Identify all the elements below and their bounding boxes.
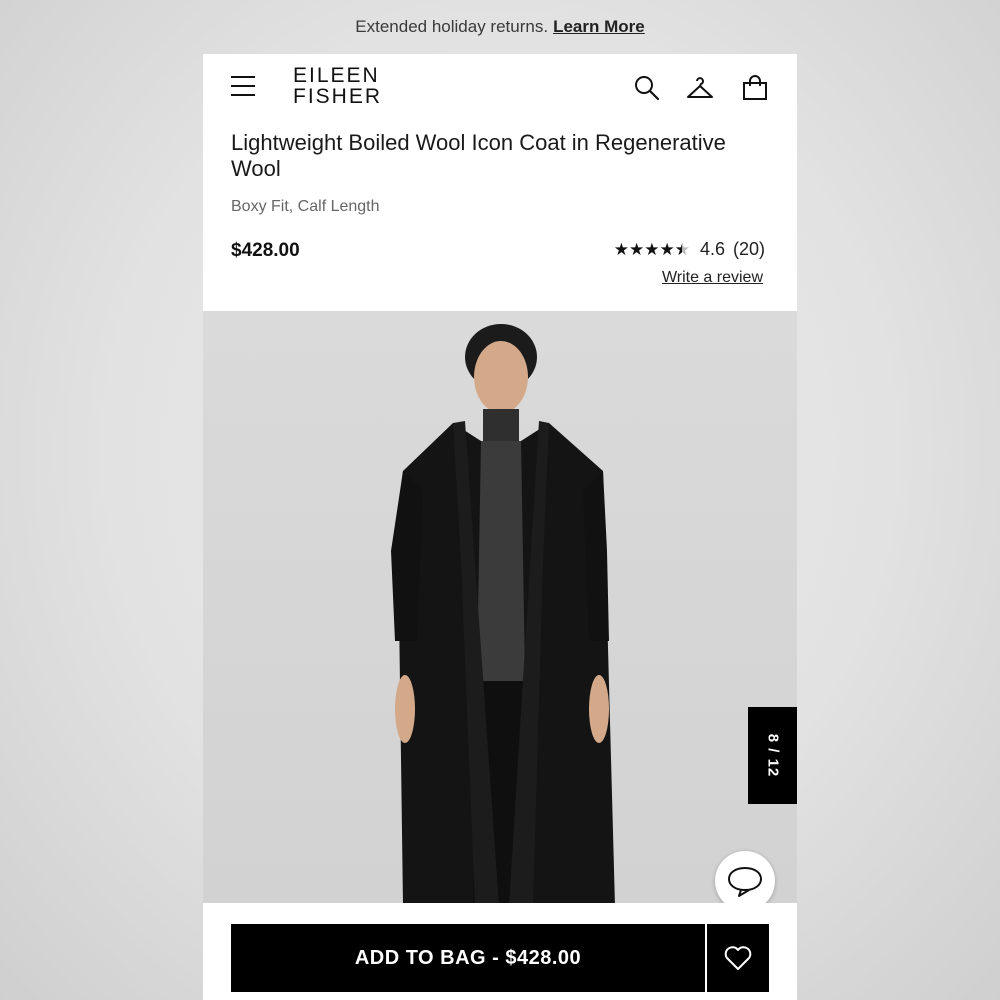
promo-text: Extended holiday returns. (355, 17, 549, 36)
learn-more-link[interactable]: Learn More (553, 17, 645, 37)
review-count: (20) (732, 239, 765, 259)
heart-icon[interactable] (707, 924, 769, 992)
product-subtitle: Boxy Fit, Calf Length (231, 198, 380, 215)
write-review-link[interactable]: Write a review (662, 269, 763, 287)
product-price: $428.00 (231, 240, 300, 261)
product-title: Lightweight Boiled Wool Icon Coat in Reg… (231, 130, 726, 181)
logo-line-1: EILEEN (293, 64, 380, 87)
top-navigation: EILEEN FISHER (203, 54, 797, 118)
rating-value: 4.6 (699, 239, 725, 259)
menu-icon[interactable] (231, 74, 257, 98)
promo-banner: Extended holiday returns. Learn More (0, 0, 1000, 54)
half-star-icon: ★ (675, 240, 690, 259)
logo-line-2: FISHER (293, 85, 383, 108)
product-page: EILEEN FISHER Lightweight Boiled Wool Ic… (203, 54, 797, 1000)
star-icon: ★ (613, 239, 629, 259)
star-icon: ★ (644, 239, 660, 259)
star-rating: ★ ★ ★ ★ ★ (613, 239, 690, 259)
search-icon[interactable] (633, 74, 661, 102)
account-hanger-icon[interactable] (685, 74, 713, 102)
product-rating[interactable]: ★ ★ ★ ★ ★ 4.6 (20) (614, 239, 765, 260)
image-counter: 8 / 12 (748, 707, 797, 804)
brand-logo[interactable]: EILEEN FISHER (293, 65, 382, 107)
image-counter-text: 8 / 12 (764, 733, 781, 778)
product-model-image (203, 311, 797, 903)
add-to-bag-button[interactable]: ADD TO BAG - $428.00 (231, 924, 705, 992)
star-icon: ★ (659, 239, 675, 259)
chat-bubble-icon[interactable] (715, 851, 775, 911)
purchase-bar: ADD TO BAG - $428.00 (203, 903, 797, 1000)
shopping-bag-icon[interactable] (741, 74, 769, 102)
product-image-gallery[interactable]: 8 / 12 (203, 311, 797, 903)
star-icon: ★ (628, 239, 645, 259)
